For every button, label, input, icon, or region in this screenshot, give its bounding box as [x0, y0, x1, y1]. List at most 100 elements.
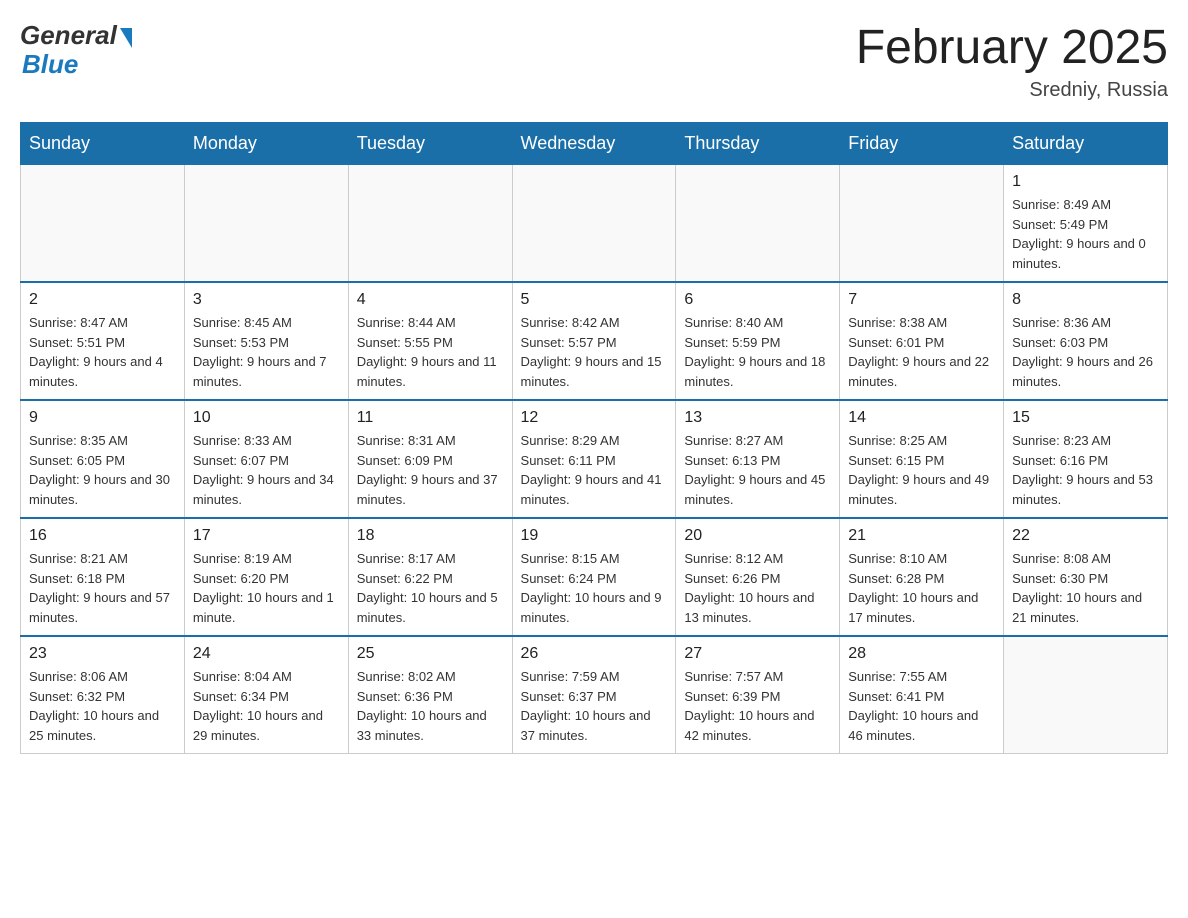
location-text: Sredniy, Russia [856, 79, 1168, 102]
table-row: 11 Sunrise: 8:31 AMSunset: 6:09 PMDayligh… [348, 400, 512, 518]
day-number: 12 [521, 409, 668, 427]
day-number: 22 [1012, 527, 1159, 545]
day-info: Sunrise: 8:42 AMSunset: 5:57 PMDaylight:… [521, 313, 668, 391]
day-info: Sunrise: 8:49 AMSunset: 5:49 PMDaylight:… [1012, 195, 1159, 273]
day-info: Sunrise: 8:17 AMSunset: 6:22 PMDaylight:… [357, 549, 504, 627]
title-area: February 2025 Sredniy, Russia [856, 20, 1168, 102]
day-info: Sunrise: 8:47 AMSunset: 5:51 PMDaylight:… [29, 313, 176, 391]
table-row [512, 165, 676, 283]
table-row: 14 Sunrise: 8:25 AMSunset: 6:15 PMDayligh… [840, 400, 1004, 518]
table-row: 16 Sunrise: 8:21 AMSunset: 6:18 PMDayligh… [21, 518, 185, 636]
table-row: 10 Sunrise: 8:33 AMSunset: 6:07 PMDayligh… [184, 400, 348, 518]
day-number: 17 [193, 527, 340, 545]
day-info: Sunrise: 8:45 AMSunset: 5:53 PMDaylight:… [193, 313, 340, 391]
day-number: 10 [193, 409, 340, 427]
day-number: 15 [1012, 409, 1159, 427]
day-number: 26 [521, 645, 668, 663]
day-info: Sunrise: 8:27 AMSunset: 6:13 PMDaylight:… [684, 431, 831, 509]
table-row [676, 165, 840, 283]
table-row: 15 Sunrise: 8:23 AMSunset: 6:16 PMDayligh… [1004, 400, 1168, 518]
day-info: Sunrise: 8:08 AMSunset: 6:30 PMDaylight:… [1012, 549, 1159, 627]
table-row: 3 Sunrise: 8:45 AMSunset: 5:53 PMDaylight… [184, 282, 348, 400]
day-number: 13 [684, 409, 831, 427]
calendar-table: Sunday Monday Tuesday Wednesday Thursday… [20, 122, 1168, 754]
table-row: 22 Sunrise: 8:08 AMSunset: 6:30 PMDayligh… [1004, 518, 1168, 636]
table-row: 25Sunrise: 8:02 AMSunset: 6:36 PMDayligh… [348, 636, 512, 754]
table-row: 6Sunrise: 8:40 AMSunset: 5:59 PMDaylight… [676, 282, 840, 400]
table-row: 13 Sunrise: 8:27 AMSunset: 6:13 PMDayligh… [676, 400, 840, 518]
day-info: Sunrise: 8:21 AMSunset: 6:18 PMDaylight:… [29, 549, 176, 627]
day-number: 27 [684, 645, 831, 663]
day-number: 4 [357, 291, 504, 309]
day-number: 23 [29, 645, 176, 663]
day-number: 25 [357, 645, 504, 663]
day-info: Sunrise: 8:33 AMSunset: 6:07 PMDaylight:… [193, 431, 340, 509]
day-number: 1 [1012, 173, 1159, 191]
day-info: Sunrise: 8:10 AMSunset: 6:28 PMDaylight:… [848, 549, 995, 627]
logo: General Blue [20, 20, 132, 80]
table-row [1004, 636, 1168, 754]
calendar-week-row: 23 Sunrise: 8:06 AMSunset: 6:32 PMDayligh… [21, 636, 1168, 754]
day-info: Sunrise: 7:59 AMSunset: 6:37 PMDaylight:… [521, 667, 668, 745]
day-number: 18 [357, 527, 504, 545]
day-info: Sunrise: 8:19 AMSunset: 6:20 PMDaylight:… [193, 549, 340, 627]
col-wednesday: Wednesday [512, 123, 676, 165]
day-number: 28 [848, 645, 995, 663]
day-number: 16 [29, 527, 176, 545]
day-number: 5 [521, 291, 668, 309]
day-info: Sunrise: 8:12 AMSunset: 6:26 PMDaylight:… [684, 549, 831, 627]
day-info: Sunrise: 8:38 AMSunset: 6:01 PMDaylight:… [848, 313, 995, 391]
table-row: 17 Sunrise: 8:19 AMSunset: 6:20 PMDayligh… [184, 518, 348, 636]
calendar-week-row: 16 Sunrise: 8:21 AMSunset: 6:18 PMDayligh… [21, 518, 1168, 636]
day-number: 21 [848, 527, 995, 545]
day-info: Sunrise: 8:29 AMSunset: 6:11 PMDaylight:… [521, 431, 668, 509]
col-saturday: Saturday [1004, 123, 1168, 165]
day-number: 3 [193, 291, 340, 309]
table-row: 12 Sunrise: 8:29 AMSunset: 6:11 PMDayligh… [512, 400, 676, 518]
table-row: 1 Sunrise: 8:49 AMSunset: 5:49 PMDaylight… [1004, 165, 1168, 283]
table-row: 4 Sunrise: 8:44 AMSunset: 5:55 PMDaylight… [348, 282, 512, 400]
table-row [184, 165, 348, 283]
day-info: Sunrise: 8:25 AMSunset: 6:15 PMDaylight:… [848, 431, 995, 509]
day-info: Sunrise: 7:57 AMSunset: 6:39 PMDaylight:… [684, 667, 831, 745]
day-info: Sunrise: 8:04 AMSunset: 6:34 PMDaylight:… [193, 667, 340, 745]
day-number: 7 [848, 291, 995, 309]
col-monday: Monday [184, 123, 348, 165]
day-info: Sunrise: 8:31 AMSunset: 6:09 PMDaylight:… [357, 431, 504, 509]
table-row: 7 Sunrise: 8:38 AMSunset: 6:01 PMDaylight… [840, 282, 1004, 400]
table-row: 28Sunrise: 7:55 AMSunset: 6:41 PMDayligh… [840, 636, 1004, 754]
day-info: Sunrise: 8:06 AMSunset: 6:32 PMDaylight:… [29, 667, 176, 745]
day-info: Sunrise: 8:23 AMSunset: 6:16 PMDaylight:… [1012, 431, 1159, 509]
page-header: General Blue February 2025 Sredniy, Russ… [20, 20, 1168, 102]
day-number: 11 [357, 409, 504, 427]
col-thursday: Thursday [676, 123, 840, 165]
day-info: Sunrise: 8:44 AMSunset: 5:55 PMDaylight:… [357, 313, 504, 391]
table-row: 2 Sunrise: 8:47 AMSunset: 5:51 PMDaylight… [21, 282, 185, 400]
logo-general-text: General [20, 20, 117, 51]
calendar-week-row: 1 Sunrise: 8:49 AMSunset: 5:49 PMDaylight… [21, 165, 1168, 283]
table-row: 23 Sunrise: 8:06 AMSunset: 6:32 PMDayligh… [21, 636, 185, 754]
day-number: 20 [684, 527, 831, 545]
day-number: 9 [29, 409, 176, 427]
table-row: 8Sunrise: 8:36 AMSunset: 6:03 PMDaylight… [1004, 282, 1168, 400]
col-friday: Friday [840, 123, 1004, 165]
day-info: Sunrise: 8:35 AMSunset: 6:05 PMDaylight:… [29, 431, 176, 509]
month-title: February 2025 [856, 20, 1168, 75]
calendar-week-row: 9 Sunrise: 8:35 AMSunset: 6:05 PMDaylight… [21, 400, 1168, 518]
logo-arrow-icon [120, 28, 132, 48]
col-tuesday: Tuesday [348, 123, 512, 165]
day-number: 6 [684, 291, 831, 309]
logo-blue-text: Blue [22, 49, 78, 80]
table-row: 18 Sunrise: 8:17 AMSunset: 6:22 PMDayligh… [348, 518, 512, 636]
day-info: Sunrise: 8:15 AMSunset: 6:24 PMDaylight:… [521, 549, 668, 627]
day-number: 19 [521, 527, 668, 545]
table-row [840, 165, 1004, 283]
col-sunday: Sunday [21, 123, 185, 165]
table-row: 19 Sunrise: 8:15 AMSunset: 6:24 PMDayligh… [512, 518, 676, 636]
table-row: 5 Sunrise: 8:42 AMSunset: 5:57 PMDaylight… [512, 282, 676, 400]
day-info: Sunrise: 8:36 AMSunset: 6:03 PMDaylight:… [1012, 313, 1159, 391]
day-number: 14 [848, 409, 995, 427]
table-row: 21 Sunrise: 8:10 AMSunset: 6:28 PMDayligh… [840, 518, 1004, 636]
table-row: 9 Sunrise: 8:35 AMSunset: 6:05 PMDaylight… [21, 400, 185, 518]
day-number: 2 [29, 291, 176, 309]
